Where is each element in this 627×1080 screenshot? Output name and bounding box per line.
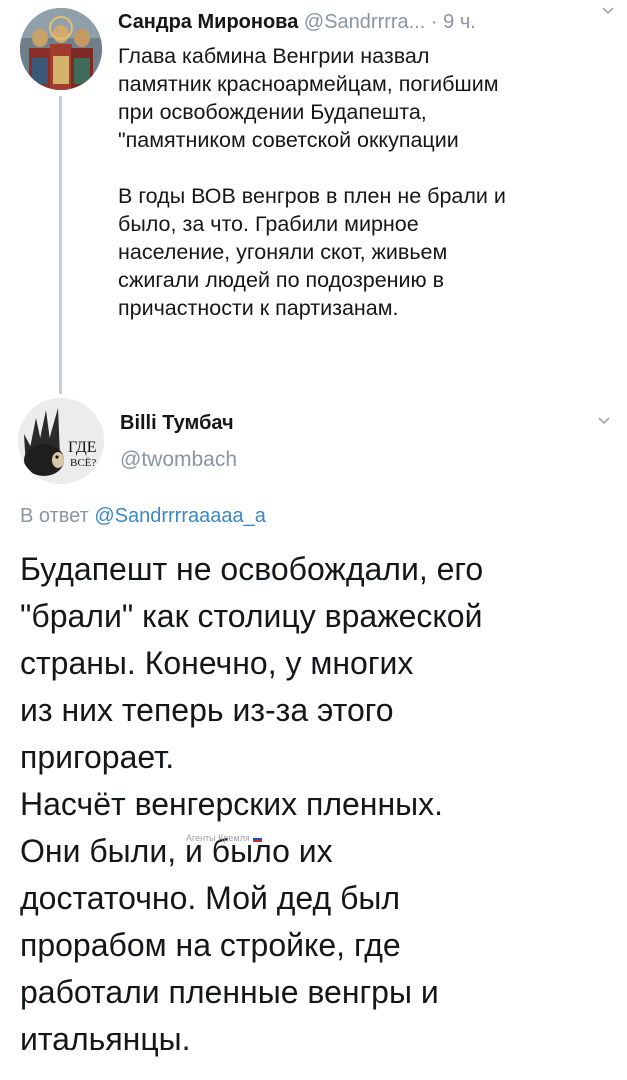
reply-avatar[interactable]: ГДЕ ВСЁ? [18,398,104,484]
reply-paragraph-2: Насчёт венгерских пленных. Они были, и б… [20,786,444,1057]
avatar-text-2: ВСЁ? [70,457,96,469]
separator-dot: · [430,11,438,33]
watermark-text: Агенты Кремля [186,833,250,843]
chevron-down-icon[interactable] [601,4,615,18]
parent-paragraph-2: В годы ВОВ венгров в плен не брали и был… [118,184,506,320]
reply-author-handle[interactable]: @twombach [120,446,237,474]
reply-mention-link[interactable]: @Sandrrrraaaaa_a [94,505,266,527]
parent-author-handle[interactable]: @Sandrrrra... [304,11,425,33]
reply-tweet-text: Будапешт не освобождали, его "брали" как… [20,546,616,1063]
parent-paragraph-1: Глава кабмина Венгрии назвал памятник кр… [118,44,499,152]
parent-header: Сандра Миронова @Sandrrrra... · 9 ч. [118,8,615,36]
thread-line [59,96,62,394]
parent-avatar[interactable] [20,8,102,90]
watermark: Агенты Кремля [186,832,262,844]
reply-context: В ответ @Sandrrrraaaaa_a [20,502,266,530]
parent-tweet-text: Глава кабмина Венгрии назвал памятник кр… [118,42,613,322]
avatar-text-1: ГДЕ [68,439,97,456]
parent-timestamp[interactable]: 9 ч. [443,11,476,33]
reply-paragraph-1: Будапешт не освобождали, его "брали" как… [20,551,484,775]
chevron-down-icon[interactable] [597,414,611,428]
parent-author-name[interactable]: Сандра Миронова [118,11,298,33]
painted-icon-avatar [20,8,102,90]
hedgehog-avatar: ГДЕ ВСЁ? [18,398,104,484]
russian-flag-icon [252,835,262,842]
reply-prefix: В ответ [20,505,89,527]
reply-author-name[interactable]: Billi Тумбач [120,410,234,436]
